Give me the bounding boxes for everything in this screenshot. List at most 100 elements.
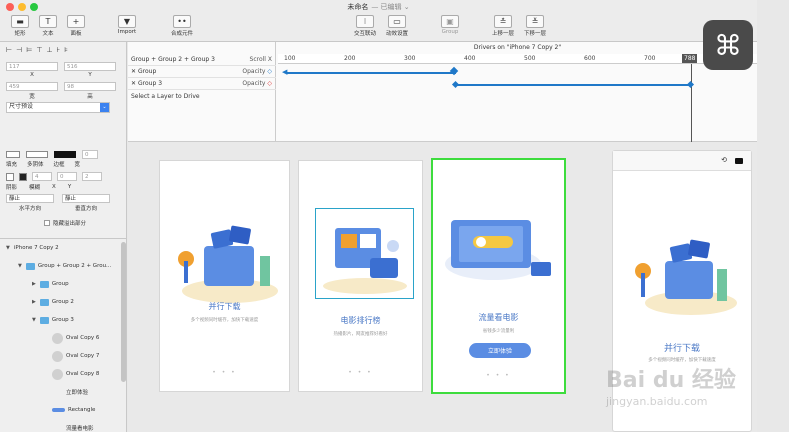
disclosure-open-icon[interactable]: ▼ <box>18 263 22 269</box>
layer-item-root[interactable]: ▼ iPhone 7 Copy 2 <box>0 239 121 257</box>
row-property: Opacity ◇ <box>242 80 272 87</box>
shadow-swatch[interactable] <box>6 172 14 181</box>
artboard-card-download[interactable]: 并行下载 多个视频同时缓存，加快下载速度 • • • <box>159 160 290 392</box>
layer-item-oval-8[interactable]: Oval Copy 8 <box>0 365 121 383</box>
card-title: 并行下载 <box>208 302 241 311</box>
layer-item-group-combined[interactable]: ▼ Group + Group 2 + Grou... <box>0 257 121 275</box>
horizontal-constraint-label: 水平方向 <box>18 206 41 212</box>
undo-icon[interactable]: ⟲ <box>721 156 727 164</box>
layer-item-oval-6[interactable]: Oval Copy 6 <box>0 329 121 347</box>
window-title: 未命名 <box>347 3 369 11</box>
layer-item-title-text[interactable]: 流量看电影 <box>0 419 121 432</box>
keyframe-start-arrow[interactable]: ◀ <box>282 69 287 76</box>
align-top-icon[interactable]: ⊤ <box>36 46 42 54</box>
align-bottom-icon[interactable]: ⊦ <box>57 46 61 54</box>
command-key-overlay: ⌘ <box>703 20 753 70</box>
toolbar: ▬ 矩形 T 文本 + 面板 ▼ Import •• 合成元件 ⁝ 交互联动 ▭ 动效设置 ▣… <box>0 14 757 42</box>
y-label: Y <box>88 72 92 78</box>
layer-item-group[interactable]: ▶ Group <box>0 275 121 293</box>
animation-settings-button[interactable]: ▭ 动效设置 <box>377 15 417 37</box>
keyframe-group-3-start[interactable] <box>451 80 460 89</box>
layer-item-group-3[interactable]: ▼ Group 3 <box>0 311 121 329</box>
y-position-input[interactable]: 516 <box>64 62 116 71</box>
border-label: 边框 <box>53 162 65 168</box>
baidu-watermark: Bai du 经验 <box>606 368 736 393</box>
layer-list-scrollbar[interactable] <box>121 242 126 382</box>
drivers-timeline: Drivers on "iPhone 7 Copy 2" Group + Gro… <box>128 42 757 142</box>
oval-layer-icon <box>52 368 63 380</box>
shadow-y-label: Y <box>67 184 72 190</box>
inspector-panel: ⊢ ⊣ ⊨ ⊤ ⊥ ⊦ ⊧ 117 516 X Y 459 98 宽 高 尺寸预设 ⌄ 0 填… <box>0 42 127 432</box>
size-preset-value: 尺寸预设 <box>9 103 34 110</box>
title-bar: 未命名 — 已编辑 ⌄ <box>0 0 757 14</box>
height-input[interactable]: 98 <box>64 82 116 91</box>
disclosure-closed-icon[interactable]: ▶ <box>32 281 36 287</box>
page-indicator: • • • <box>486 372 511 379</box>
disclosure-open-icon[interactable]: ▼ <box>32 317 36 323</box>
distribute-icon[interactable]: ⊧ <box>64 46 68 54</box>
rectangle-icon: ▬ <box>11 15 29 28</box>
remove-icon[interactable]: ✕ <box>131 68 136 75</box>
artboard-card-ranking[interactable]: 电影排行榜 热播影片，网友推荐好看好 • • • <box>298 160 423 392</box>
blur-swatch[interactable] <box>19 172 27 181</box>
folder-icon <box>39 298 49 306</box>
vertical-constraint-select[interactable]: 靜止 <box>62 194 110 203</box>
disclosure-open-icon[interactable]: ▼ <box>6 245 10 251</box>
window-subtitle[interactable]: — 已编辑 ⌄ <box>371 2 409 12</box>
artboard-card-streaming[interactable]: 流量看电影 省钱多少流量利 立即体验 • • • <box>431 158 566 394</box>
ranking-illustration <box>323 228 407 294</box>
layer-item-oval-7[interactable]: Oval Copy 7 <box>0 347 121 365</box>
close-button[interactable] <box>6 3 14 11</box>
send-backward-button[interactable]: ≚ 下移一层 <box>515 15 555 37</box>
group-button[interactable]: ▣ Group <box>430 15 470 35</box>
align-right-icon[interactable]: ⊨ <box>26 46 32 54</box>
shadow-style-swatch[interactable] <box>26 151 48 158</box>
width-input[interactable]: 459 <box>6 82 58 91</box>
keyframe-group-3-end[interactable] <box>686 80 695 89</box>
driver-name: Group + Group 2 + Group 3 <box>131 56 215 63</box>
align-center-icon[interactable]: ⊣ <box>16 46 22 54</box>
shadow-x-input[interactable]: 0 <box>57 172 77 181</box>
layer-item-rectangle[interactable]: Rectangle <box>0 401 121 419</box>
panel-tool-button[interactable]: + 面板 <box>56 15 96 37</box>
minimize-button[interactable] <box>18 3 26 11</box>
record-video-icon[interactable] <box>735 158 743 164</box>
layer-item-cta-text[interactable]: 立即体验 <box>0 383 121 401</box>
current-position-badge[interactable]: 788 <box>682 54 698 63</box>
timeline-row-group-3[interactable]: ✕ Group 3 Opacity ◇ <box>128 78 276 90</box>
blur-input[interactable]: 4 <box>32 172 52 181</box>
clip-checkbox[interactable] <box>44 220 50 226</box>
fill-swatch[interactable] <box>6 151 20 158</box>
symbol-button[interactable]: •• 合成元件 <box>162 15 202 37</box>
timeline-ruler[interactable]: 100 200 300 400 500 600 700 788 <box>278 54 757 64</box>
layer-item-group-2[interactable]: ▶ Group 2 <box>0 293 121 311</box>
rectangle-layer-icon <box>52 408 65 412</box>
layer-name: Group 3 <box>51 317 74 323</box>
disclosure-closed-icon[interactable]: ▶ <box>32 299 36 305</box>
card-subtitle: 省钱多少流量利 <box>482 329 515 334</box>
size-preset-select[interactable]: 尺寸预设 ⌄ <box>6 102 110 113</box>
layer-name: Oval Copy 8 <box>66 371 100 377</box>
preview-illustration <box>635 239 737 315</box>
shadow-y-input[interactable]: 2 <box>82 172 102 181</box>
align-middle-icon[interactable]: ⊥ <box>46 46 52 54</box>
x-label: X <box>30 72 34 78</box>
timeline-hint: Select a Layer to Drive <box>131 92 200 100</box>
import-button[interactable]: ▼ Import <box>107 15 147 35</box>
timeline-row-group[interactable]: ✕ Group Opacity ◇ <box>128 66 276 78</box>
border-width-input[interactable]: 0 <box>82 150 98 159</box>
layer-name: Rectangle <box>68 407 96 413</box>
align-left-icon[interactable]: ⊢ <box>6 46 12 54</box>
ruler-tick: 100 <box>284 55 296 62</box>
remove-icon[interactable]: ✕ <box>131 80 136 87</box>
panel-icon: + <box>67 15 85 28</box>
zoom-button[interactable] <box>30 3 38 11</box>
x-position-input[interactable]: 117 <box>6 62 58 71</box>
horizontal-constraint-select[interactable]: 靜止 <box>6 194 54 203</box>
border-color-swatch[interactable] <box>54 151 76 158</box>
layer-name: Group + Group 2 + Grou... <box>37 263 112 269</box>
timeline-driver-row[interactable]: Group + Group 2 + Group 3 Scroll X <box>128 54 276 66</box>
try-now-button[interactable]: 立即体验 <box>469 343 531 358</box>
download-illustration <box>178 225 278 303</box>
card-title: 电影排行榜 <box>340 316 381 325</box>
